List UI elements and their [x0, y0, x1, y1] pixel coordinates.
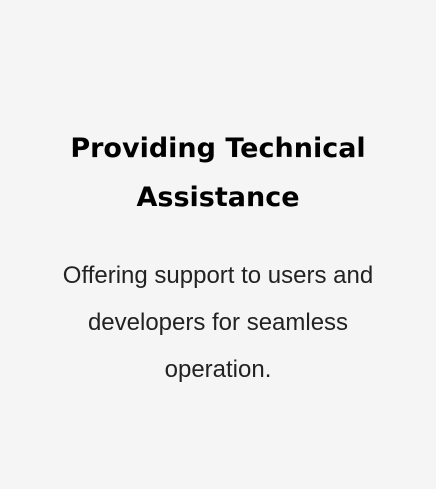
feature-card: Providing Technical Assistance Offering …: [0, 0, 436, 489]
card-description: Offering support to users and developers…: [62, 262, 374, 383]
card-title: Providing Technical Assistance: [70, 133, 366, 213]
